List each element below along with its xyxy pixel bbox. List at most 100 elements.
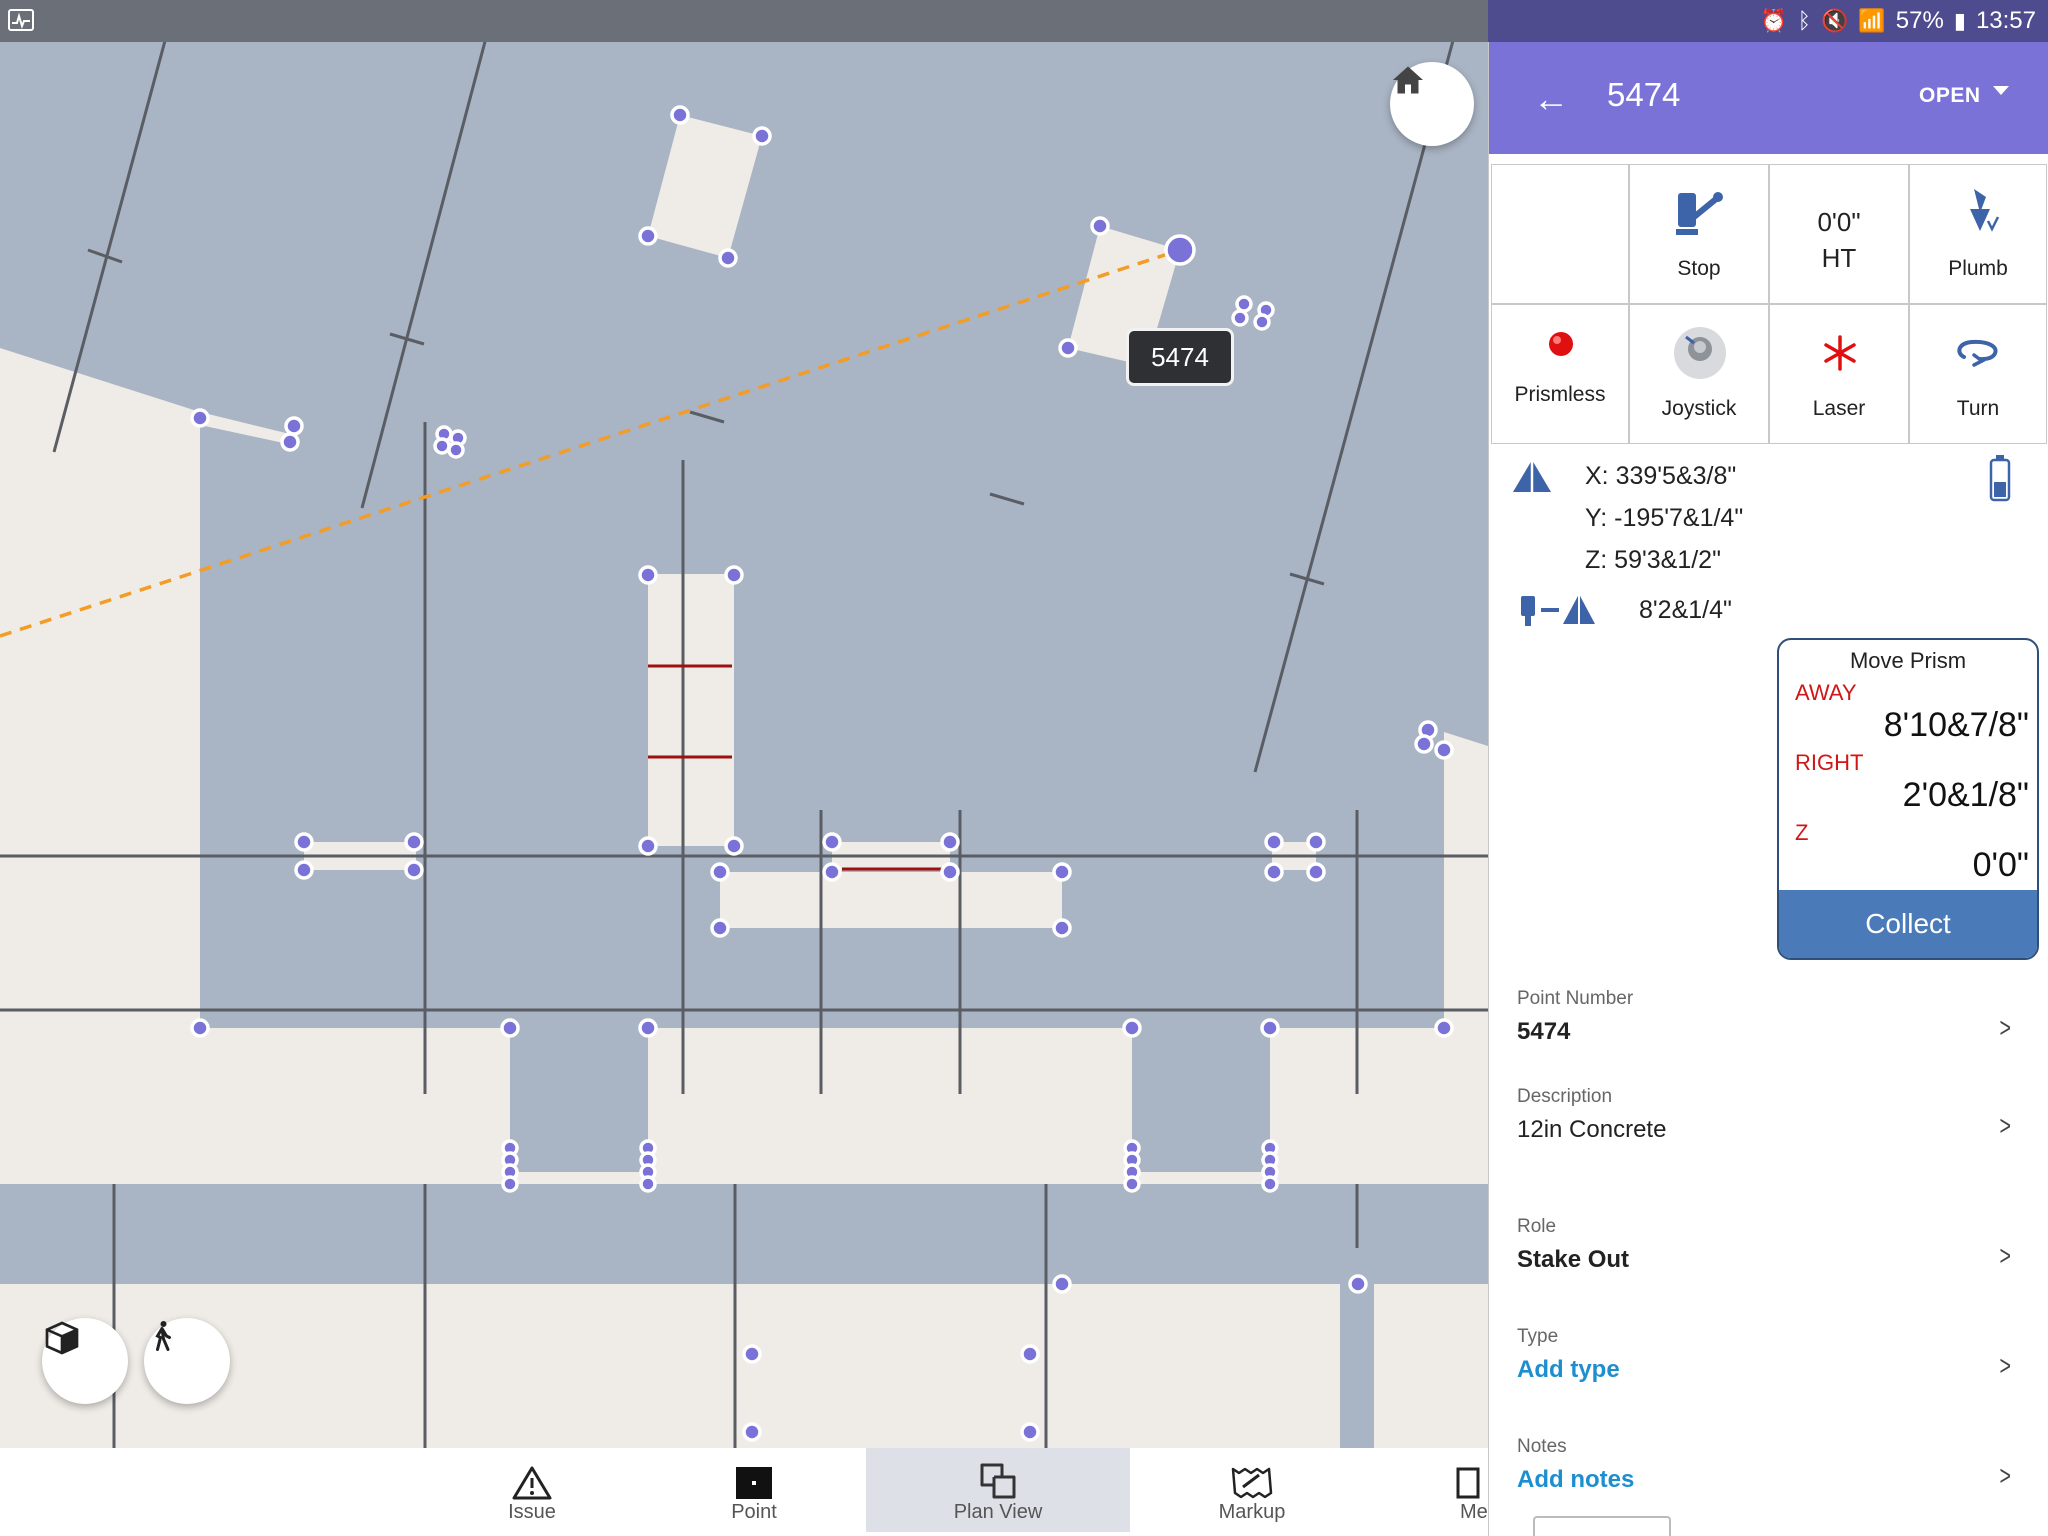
direction-right-value: 2'0&1/8" — [1902, 776, 2029, 814]
move-prism-card: Move Prism AWAY 8'10&7/8" RIGHT 2'0&1/8"… — [1777, 638, 2039, 960]
laser-button[interactable]: Laser — [1769, 304, 1909, 444]
plumb-label: Plumb — [1948, 257, 2008, 280]
back-arrow-icon[interactable]: ← — [1533, 78, 1569, 120]
move-prism-title: Move Prism — [1849, 648, 1967, 673]
warning-icon — [512, 1466, 552, 1500]
clock: 13:57 — [1975, 7, 2036, 34]
cube-icon — [45, 1321, 79, 1355]
home-button[interactable] — [1390, 62, 1474, 146]
bottom-navigation: Issue Point Plan View Markup Me — [0, 1448, 1488, 1536]
stop-label: Stop — [1677, 257, 1721, 280]
instrument-height-button[interactable]: 0'0" HT — [1769, 164, 1909, 304]
direction-right-label: RIGHT — [1795, 750, 1864, 775]
mute-icon: 🔇 — [1820, 8, 1849, 33]
instrument-to-prism-icon — [1521, 594, 1595, 626]
type-label: Type — [1517, 1326, 1559, 1347]
home-icon — [1393, 66, 1423, 94]
notes-row[interactable]: Notes Add notes > — [1489, 1430, 2048, 1510]
bluetooth-icon: ᛒ — [1797, 8, 1811, 33]
status-dropdown[interactable]: OPEN — [1919, 84, 1981, 108]
turn-icon — [1957, 339, 1998, 367]
instrument-distance: 8'2&1/4" — [1639, 596, 1732, 624]
coordinate-y: Y: -195'7&1/4" — [1585, 504, 1744, 532]
panel-header: ← 5474 OPEN — [1489, 42, 2048, 154]
stop-button[interactable]: Stop — [1629, 164, 1769, 304]
role-value: Stake Out — [1517, 1246, 1630, 1273]
coordinate-x: X: 339'5&3/8" — [1585, 462, 1737, 490]
vertex-points — [190, 105, 1454, 1442]
nav-point-label: Point — [731, 1501, 777, 1523]
instrument-height-value: 0'0" — [1817, 207, 1861, 237]
chevron-right-icon: > — [1999, 1240, 2011, 1271]
plan-view-icon — [980, 1463, 1016, 1499]
wifi-icon: 📶 — [1858, 8, 1886, 33]
point-number-row[interactable]: Point Number 5474 > — [1489, 982, 2048, 1062]
instrument-icon — [1676, 192, 1723, 235]
chevron-right-icon: > — [1999, 1460, 2011, 1491]
plan-map[interactable]: 5474 — [0, 0, 1488, 1448]
alarm-icon: ⏰ — [1760, 8, 1788, 33]
nav-more-label: Me — [1460, 1501, 1488, 1523]
battery-percent: 57% — [1895, 7, 1944, 34]
joystick-icon — [1674, 327, 1726, 379]
walk-mode-button[interactable] — [144, 1318, 230, 1404]
chevron-right-icon: > — [1999, 1012, 2011, 1043]
direction-z-label: Z — [1795, 820, 1809, 845]
turn-button[interactable]: Turn — [1909, 304, 2047, 444]
description-row[interactable]: Description 12in Concrete > — [1489, 1080, 2048, 1160]
more-icon — [1456, 1467, 1480, 1499]
direction-away-value: 8'10&7/8" — [1883, 706, 2029, 744]
laser-icon — [1824, 335, 1856, 371]
battery-level-icon — [1989, 455, 2011, 502]
caret-down-icon[interactable] — [1993, 86, 2009, 95]
point-number-label: Point Number — [1517, 988, 1634, 1009]
prismless-button[interactable]: Prismless — [1491, 304, 1629, 444]
system-status-bar-left — [0, 0, 1488, 42]
nav-markup[interactable]: Markup — [1178, 1448, 1326, 1532]
markup-icon — [1231, 1467, 1273, 1499]
collect-button[interactable]: Collect — [1779, 890, 2037, 958]
grid-lines — [0, 0, 1488, 1448]
role-row[interactable]: Role Stake Out > — [1489, 1210, 2048, 1290]
role-label: Role — [1517, 1216, 1557, 1237]
instrument-height-label: HT — [1821, 243, 1857, 273]
direction-z-value: 0'0" — [1972, 846, 2029, 884]
laser-label: Laser — [1812, 397, 1866, 420]
walking-person-icon — [155, 1321, 171, 1351]
plan-drawing[interactable] — [0, 0, 1488, 1448]
nav-plan-view-label: Plan View — [953, 1501, 1043, 1523]
chevron-right-icon: > — [1999, 1350, 2011, 1381]
joystick-label: Joystick — [1661, 397, 1737, 420]
add-notes-link[interactable]: Add notes — [1517, 1466, 1634, 1494]
partial-button-outline[interactable] — [1533, 1516, 1671, 1536]
point-icon — [736, 1467, 772, 1499]
3d-view-button[interactable] — [42, 1318, 128, 1404]
prism-target-icon — [1513, 460, 1551, 492]
prismless-label: Prismless — [1514, 383, 1606, 406]
nav-markup-label: Markup — [1218, 1501, 1286, 1523]
selected-point-tooltip[interactable]: 5474 — [1126, 328, 1234, 386]
type-row[interactable]: Type Add type > — [1489, 1320, 2048, 1400]
turn-label: Turn — [1956, 397, 2000, 420]
chevron-right-icon: > — [1999, 1110, 2011, 1141]
direction-away-label: AWAY — [1795, 680, 1857, 705]
plumb-button[interactable]: Plumb — [1909, 164, 2047, 304]
red-dot-icon — [1549, 332, 1573, 356]
activity-icon — [8, 9, 34, 31]
description-label: Description — [1517, 1086, 1613, 1107]
nav-issue[interactable]: Issue — [458, 1448, 606, 1532]
add-type-link[interactable]: Add type — [1517, 1356, 1620, 1384]
nav-point[interactable]: Point — [680, 1448, 828, 1532]
plumb-icon — [1970, 189, 2000, 232]
control-blank — [1491, 164, 1629, 304]
battery-icon: ▮ — [1953, 8, 1966, 33]
point-number-value: 5474 — [1517, 1018, 1571, 1045]
point-detail-panel: ← 5474 OPEN Stop 0'0" HT Plumb Prismless… — [1488, 42, 2048, 1536]
notes-label: Notes — [1517, 1436, 1567, 1457]
joystick-button[interactable]: Joystick — [1629, 304, 1769, 444]
system-status-bar: ⏰ ᛒ 🔇 📶 57% ▮ 13:57 — [1488, 0, 2048, 42]
description-value: 12in Concrete — [1517, 1116, 1667, 1143]
nav-more[interactable]: Me — [1440, 1448, 1488, 1532]
nav-issue-label: Issue — [508, 1501, 556, 1523]
nav-plan-view[interactable]: Plan View — [866, 1448, 1130, 1532]
